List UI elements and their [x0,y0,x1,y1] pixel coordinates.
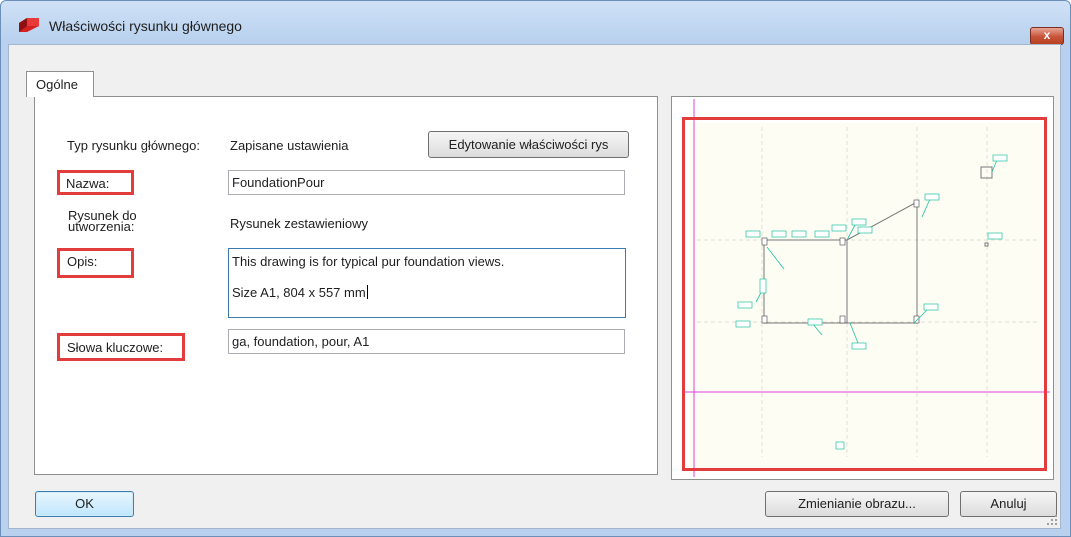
tekla-app-icon [19,18,39,32]
text-caret [366,285,368,299]
preview-highlight [682,117,1047,471]
ok-button[interactable]: OK [35,491,134,517]
drawing-to-create-value: Rysunek zestawieniowy [230,216,369,231]
description-line-1: This drawing is for typical pur foundati… [232,254,505,269]
drawing-to-create-label: Rysunek do utworzenia: [68,208,137,234]
window-title: Właściwości rysunku głównego [49,18,242,34]
resize-grip-icon[interactable] [1046,514,1058,526]
name-label-highlight [57,170,134,195]
close-icon: x [1043,28,1051,42]
drawing-type-value: Zapisane ustawienia [230,138,349,153]
description-textarea[interactable]: This drawing is for typical pur foundati… [228,248,626,318]
name-field[interactable]: FoundationPour [228,170,625,195]
change-image-button[interactable]: Zmienianie obrazu... [765,491,949,517]
tab-general[interactable]: Ogólne [26,71,94,97]
keywords-label-highlight [57,333,185,361]
keywords-field[interactable]: ga, foundation, pour, A1 [228,329,625,354]
description-line-2: Size A1, 804 x 557 mm [232,285,366,300]
close-button[interactable]: x [1030,27,1064,45]
title-bar[interactable]: Właściwości rysunku głównego x [1,1,1070,45]
cancel-button[interactable]: Anuluj [960,491,1057,517]
drawing-type-label: Typ rysunku głównego: [67,138,200,153]
edit-drawing-properties-button[interactable]: Edytowanie właściwości rys [428,131,629,158]
description-label-highlight [57,248,134,278]
